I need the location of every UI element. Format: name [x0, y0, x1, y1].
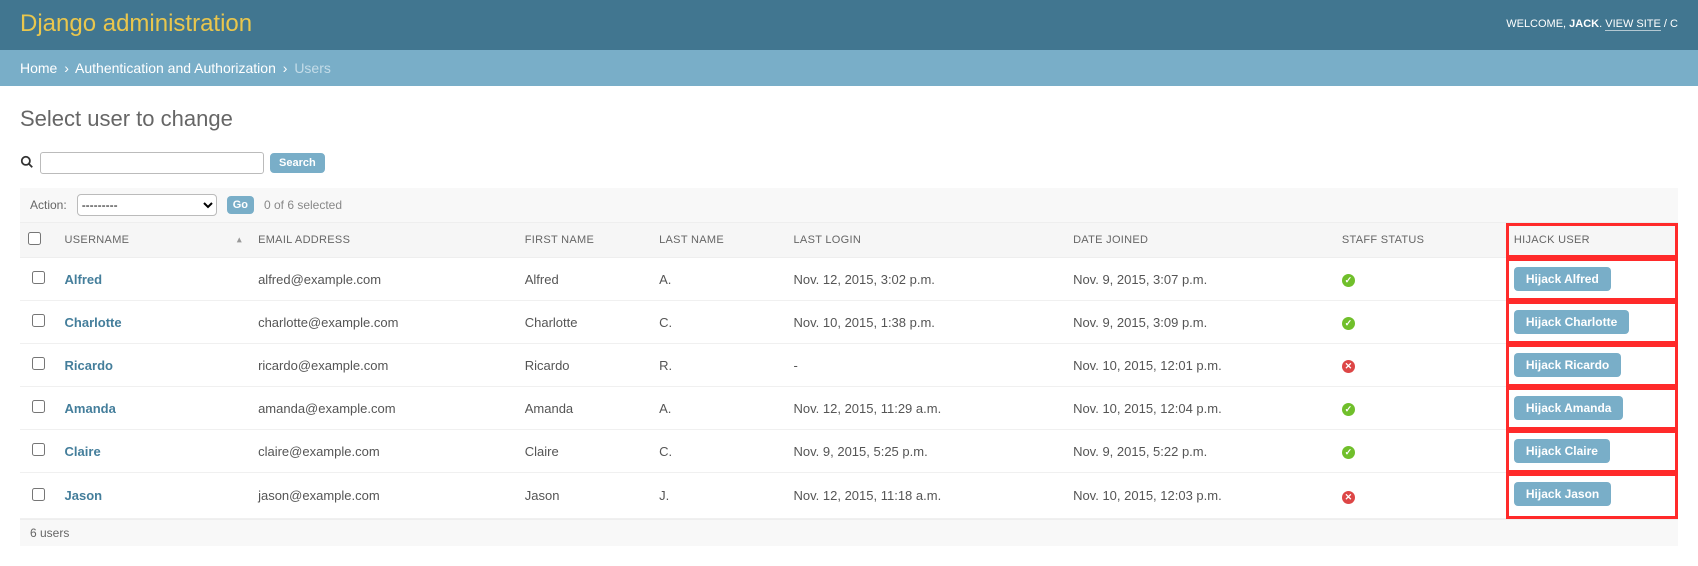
cell-email: alfred@example.com — [250, 258, 517, 301]
cell-date-joined: Nov. 10, 2015, 12:04 p.m. — [1065, 387, 1334, 430]
username-link[interactable]: Claire — [65, 444, 101, 459]
cell-last-name: A. — [651, 387, 785, 430]
paginator: 6 users — [20, 519, 1678, 546]
cell-last-login: Nov. 12, 2015, 11:29 a.m. — [786, 387, 1066, 430]
select-all-checkbox[interactable] — [28, 232, 41, 245]
hijack-button[interactable]: Hijack Ricardo — [1514, 353, 1621, 377]
cell-date-joined: Nov. 9, 2015, 3:09 p.m. — [1065, 301, 1334, 344]
cell-first-name: Claire — [517, 430, 651, 473]
hijack-button[interactable]: Hijack Amanda — [1514, 396, 1624, 420]
cell-date-joined: Nov. 9, 2015, 5:22 p.m. — [1065, 430, 1334, 473]
row-select-checkbox[interactable] — [32, 314, 45, 327]
cell-last-login: Nov. 9, 2015, 5:25 p.m. — [786, 430, 1066, 473]
username-link[interactable]: Charlotte — [65, 315, 122, 330]
cell-last-name: R. — [651, 344, 785, 387]
breadcrumb-current: Users — [294, 60, 331, 76]
user-tools: Welcome, Jack. View site / C — [1506, 18, 1678, 30]
cell-date-joined: Nov. 10, 2015, 12:03 p.m. — [1065, 473, 1334, 519]
cell-first-name: Amanda — [517, 387, 651, 430]
search-button[interactable]: Search — [270, 153, 325, 173]
page-title: Select user to change — [20, 106, 1678, 132]
table-row: Charlottecharlotte@example.comCharlotteC… — [20, 301, 1678, 344]
row-select-checkbox[interactable] — [32, 357, 45, 370]
search-input[interactable] — [40, 152, 264, 174]
status-no-icon: ✕ — [1342, 491, 1355, 504]
hijack-button[interactable]: Hijack Charlotte — [1514, 310, 1629, 334]
header-bar: Django administration Welcome, Jack. Vie… — [0, 0, 1698, 50]
username-link[interactable]: Jason — [65, 488, 103, 503]
status-yes-icon: ✓ — [1342, 446, 1355, 459]
actions-bar: Action: --------- Go 0 of 6 selected — [20, 188, 1678, 223]
user-table: Username▴ Email address First name Last … — [20, 223, 1678, 519]
col-header-login[interactable]: Last login — [786, 223, 1066, 258]
cell-last-name: A. — [651, 258, 785, 301]
cell-email: jason@example.com — [250, 473, 517, 519]
breadcrumb-home[interactable]: Home — [20, 60, 57, 76]
username-link[interactable]: Ricardo — [65, 358, 113, 373]
hijack-button[interactable]: Hijack Claire — [1514, 439, 1610, 463]
cell-date-joined: Nov. 9, 2015, 3:07 p.m. — [1065, 258, 1334, 301]
status-yes-icon: ✓ — [1342, 274, 1355, 287]
cell-last-name: C. — [651, 301, 785, 344]
table-row: Ricardoricardo@example.comRicardoR.-Nov.… — [20, 344, 1678, 387]
col-header-first[interactable]: First name — [517, 223, 651, 258]
cell-first-name: Alfred — [517, 258, 651, 301]
col-header-hijack[interactable]: Hijack user — [1506, 223, 1678, 258]
breadcrumb-sep-icon: › — [283, 60, 288, 76]
table-row: Claireclaire@example.comClaireC.Nov. 9, … — [20, 430, 1678, 473]
view-site-link[interactable]: View site — [1605, 18, 1661, 31]
cell-last-name: J. — [651, 473, 785, 519]
col-header-joined[interactable]: Date joined — [1065, 223, 1334, 258]
current-user: Jack — [1569, 18, 1599, 30]
col-header-last[interactable]: Last name — [651, 223, 785, 258]
cell-last-login: - — [786, 344, 1066, 387]
col-header-staff[interactable]: Staff status — [1334, 223, 1506, 258]
username-link[interactable]: Amanda — [65, 401, 116, 416]
cell-first-name: Jason — [517, 473, 651, 519]
row-select-checkbox[interactable] — [32, 488, 45, 501]
table-row: Amandaamanda@example.comAmandaA.Nov. 12,… — [20, 387, 1678, 430]
breadcrumb-section[interactable]: Authentication and Authorization — [75, 60, 276, 76]
trailing-clip: / C — [1661, 18, 1678, 30]
table-row: Jasonjason@example.comJasonJ.Nov. 12, 20… — [20, 473, 1678, 519]
cell-last-login: Nov. 10, 2015, 1:38 p.m. — [786, 301, 1066, 344]
breadcrumb: Home › Authentication and Authorization … — [0, 50, 1698, 86]
breadcrumb-sep-icon: › — [64, 60, 69, 76]
cell-email: charlotte@example.com — [250, 301, 517, 344]
cell-last-login: Nov. 12, 2015, 3:02 p.m. — [786, 258, 1066, 301]
hijack-button[interactable]: Hijack Alfred — [1514, 267, 1611, 291]
cell-date-joined: Nov. 10, 2015, 12:01 p.m. — [1065, 344, 1334, 387]
cell-last-login: Nov. 12, 2015, 11:18 a.m. — [786, 473, 1066, 519]
table-header-row: Username▴ Email address First name Last … — [20, 223, 1678, 258]
row-select-checkbox[interactable] — [32, 443, 45, 456]
welcome-text: Welcome, — [1506, 18, 1569, 30]
action-label: Action: — [26, 198, 67, 212]
selection-count: 0 of 6 selected — [264, 198, 342, 212]
cell-email: amanda@example.com — [250, 387, 517, 430]
cell-first-name: Charlotte — [517, 301, 651, 344]
col-header-username[interactable]: Username▴ — [57, 223, 251, 258]
col-header-email[interactable]: Email address — [250, 223, 517, 258]
cell-email: claire@example.com — [250, 430, 517, 473]
status-yes-icon: ✓ — [1342, 317, 1355, 330]
status-no-icon: ✕ — [1342, 360, 1355, 373]
brand-title: Django administration — [20, 10, 252, 38]
status-yes-icon: ✓ — [1342, 403, 1355, 416]
action-select[interactable]: --------- — [77, 194, 217, 216]
cell-last-name: C. — [651, 430, 785, 473]
username-link[interactable]: Alfred — [65, 272, 103, 287]
sort-ascending-icon: ▴ — [237, 235, 242, 246]
go-button[interactable]: Go — [227, 196, 254, 214]
row-select-checkbox[interactable] — [32, 400, 45, 413]
search-form: Search — [20, 152, 1678, 174]
search-icon — [20, 155, 34, 172]
table-row: Alfredalfred@example.comAlfredA.Nov. 12,… — [20, 258, 1678, 301]
row-select-checkbox[interactable] — [32, 271, 45, 284]
hijack-button[interactable]: Hijack Jason — [1514, 482, 1611, 506]
cell-email: ricardo@example.com — [250, 344, 517, 387]
cell-first-name: Ricardo — [517, 344, 651, 387]
